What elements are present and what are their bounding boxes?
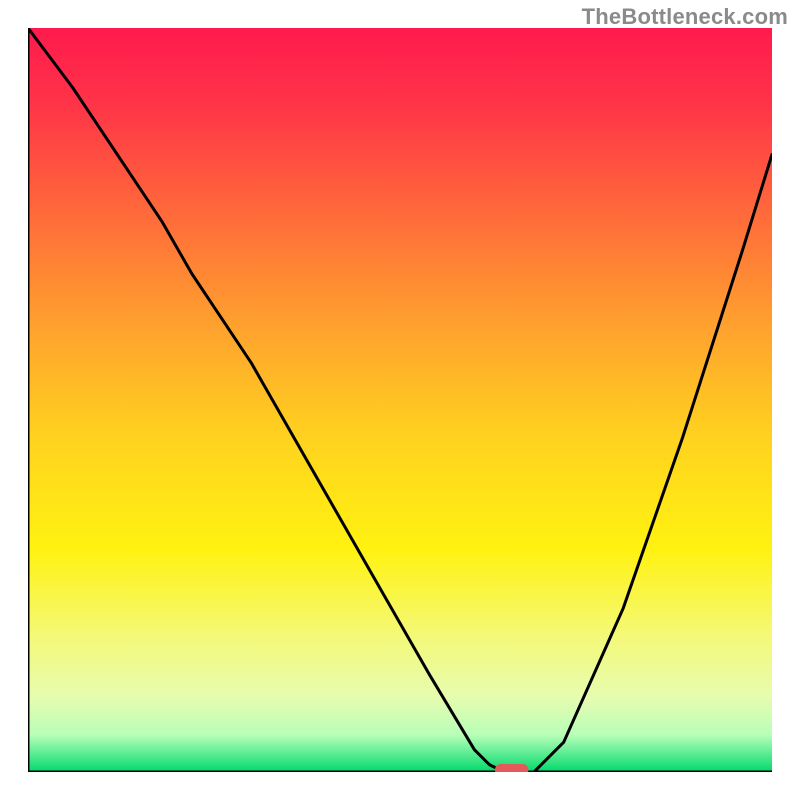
chart-plot-area xyxy=(28,28,772,772)
optimal-point-marker xyxy=(495,764,529,772)
chart-background-gradient xyxy=(28,28,772,772)
watermark-text: TheBottleneck.com xyxy=(582,4,788,30)
chart-svg xyxy=(28,28,772,772)
